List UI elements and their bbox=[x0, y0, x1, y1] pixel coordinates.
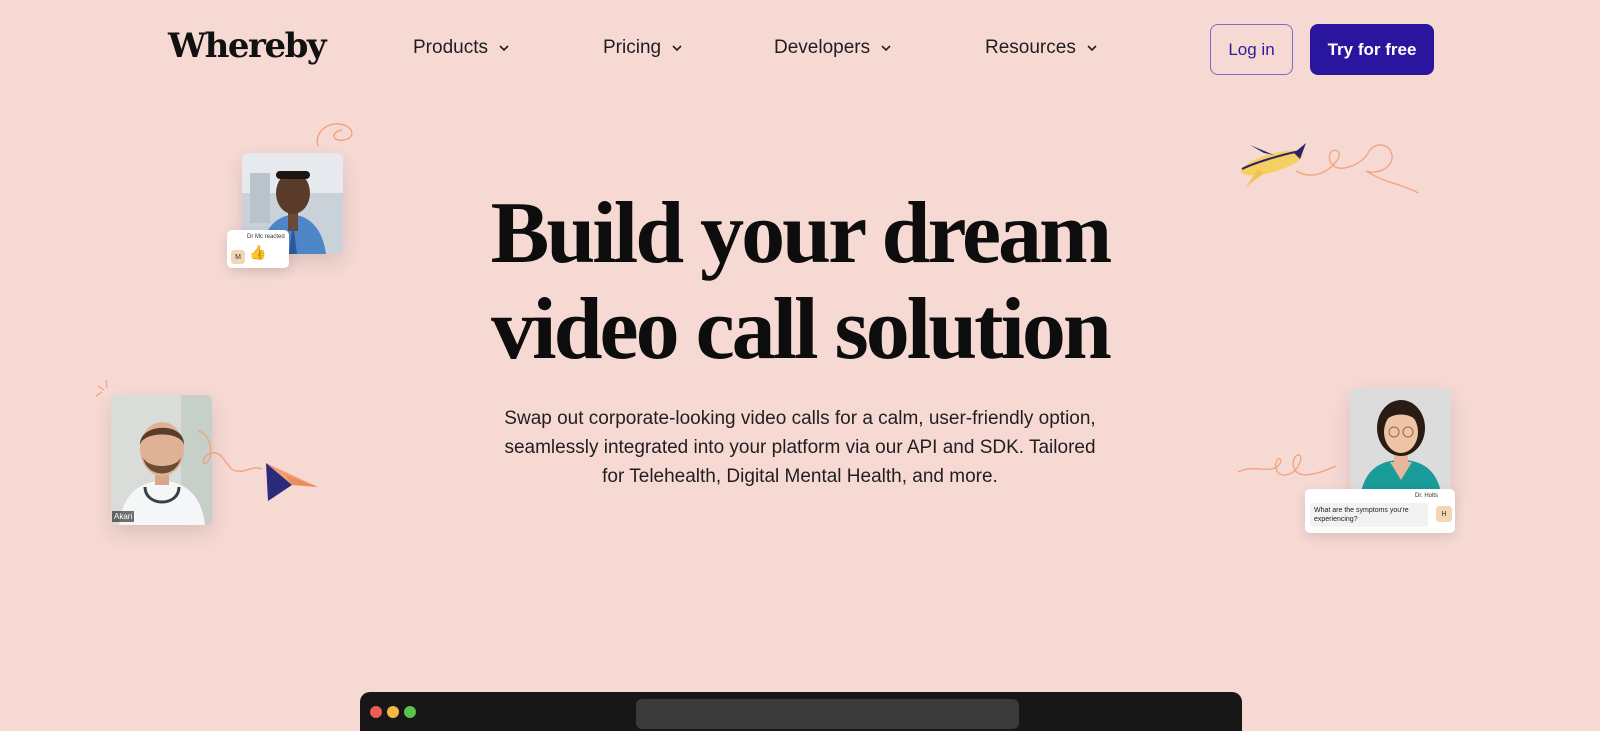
hero-title-line-1: Build your dream bbox=[490, 185, 1113, 282]
nav-resources-label: Resources bbox=[985, 37, 1076, 58]
hero-title: Build your dream video call solution bbox=[400, 186, 1200, 378]
reaction-avatar: M bbox=[231, 250, 245, 264]
reaction-bubble: Dr Mc reacted M 👍 bbox=[227, 230, 289, 268]
hero-subtitle: Swap out corporate-looking video calls f… bbox=[504, 408, 1096, 487]
chat-message-text: What are the symptoms you're experiencin… bbox=[1310, 503, 1428, 527]
nav-products[interactable]: Products bbox=[413, 37, 510, 59]
nav-pricing-label: Pricing bbox=[603, 37, 662, 58]
site-header: Whereby Products Pricing Developers Reso… bbox=[0, 0, 1600, 98]
login-button[interactable]: Log in bbox=[1210, 24, 1293, 75]
maximize-dot-icon bbox=[404, 706, 416, 718]
chevron-down-icon bbox=[672, 45, 682, 52]
close-dot-icon bbox=[370, 706, 382, 718]
chat-avatar: H bbox=[1436, 506, 1452, 522]
hero-title-line-2: video call solution bbox=[491, 281, 1112, 378]
swirl-decoration-right bbox=[1238, 454, 1337, 476]
thumbs-up-icon: 👍 bbox=[249, 244, 267, 260]
dr-holts-video-tile bbox=[1350, 388, 1451, 498]
swirl-decoration bbox=[316, 123, 353, 147]
dr-holts-photo bbox=[1350, 388, 1451, 498]
browser-window-mockup bbox=[360, 692, 1242, 731]
chevron-down-icon bbox=[1087, 45, 1097, 52]
nav-developers-label: Developers bbox=[774, 37, 871, 58]
airplane-icon bbox=[1241, 143, 1419, 194]
chat-sender-name: Dr. Holts bbox=[1415, 493, 1439, 499]
nav-products-label: Products bbox=[413, 37, 488, 58]
nav-pricing[interactable]: Pricing bbox=[603, 37, 683, 59]
nav-developers[interactable]: Developers bbox=[774, 37, 892, 59]
whereby-logo[interactable]: Whereby bbox=[168, 26, 327, 66]
chevron-down-icon bbox=[881, 45, 891, 52]
chevron-down-icon bbox=[499, 45, 509, 52]
reaction-caption: Dr Mc reacted bbox=[247, 234, 285, 240]
paper-plane-icon bbox=[197, 430, 318, 501]
try-for-free-button[interactable]: Try for free bbox=[1310, 24, 1434, 75]
address-bar bbox=[636, 699, 1019, 729]
nav-resources[interactable]: Resources bbox=[985, 37, 1098, 59]
chat-message-bubble: Dr. Holts What are the symptoms you're e… bbox=[1305, 489, 1455, 533]
participant-name-label: Akari bbox=[112, 511, 135, 522]
minimize-dot-icon bbox=[387, 706, 399, 718]
